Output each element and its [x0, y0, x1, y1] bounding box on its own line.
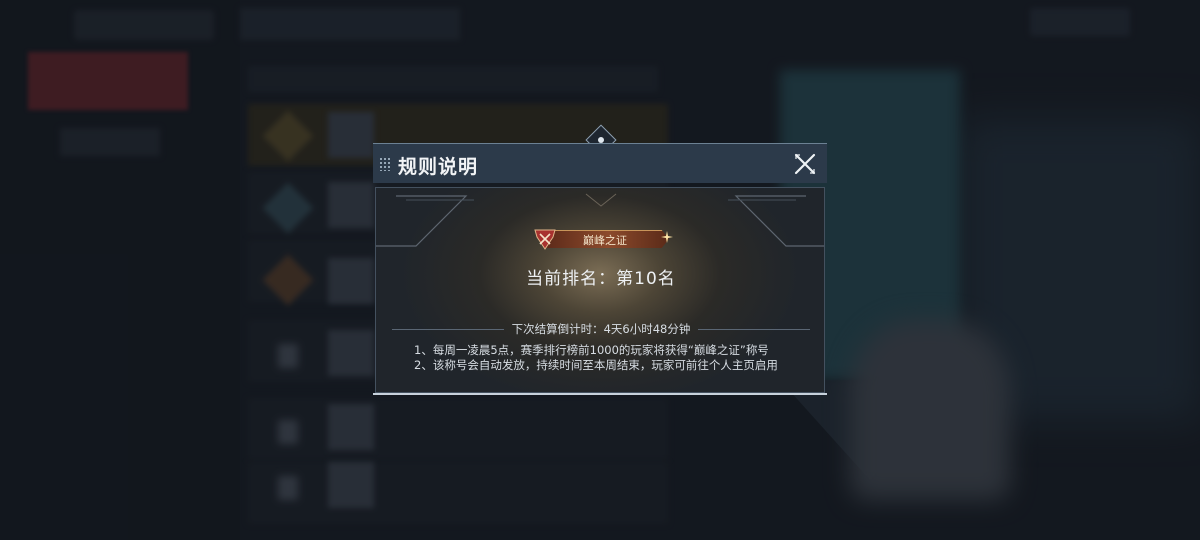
- countdown-text: 下次结算倒计时：4天6小时48分钟: [511, 322, 691, 336]
- sparkle-icon: [661, 231, 673, 243]
- modal-title: 规则说明: [398, 156, 479, 178]
- close-button[interactable]: [791, 150, 819, 178]
- grip-dots-icon: [379, 157, 391, 171]
- badge-label: 巅峰之证: [583, 234, 627, 247]
- rules-list: 1、每周一凌晨5点，赛季排行榜前1000的玩家将获得“巅峰之证”称号 2、该称号…: [414, 343, 814, 373]
- close-icon: [794, 153, 816, 175]
- current-rank: 当前排名：第10名: [526, 269, 676, 289]
- title-badge: 巅峰之证: [533, 227, 673, 251]
- modal-header: 规则说明: [373, 143, 827, 183]
- crest-icon: [534, 229, 556, 250]
- modal-bottom-edge: [373, 393, 827, 395]
- countdown: 下次结算倒计时：4天6小时48分钟: [392, 321, 810, 337]
- rules-modal: 规则说明 巅峰之证 当前排名：第10名 下次结算倒计时：4天6小时48分钟 1、…: [373, 124, 827, 395]
- rule-item: 1、每周一凌晨5点，赛季排行榜前1000的玩家将获得“巅峰之证”称号: [414, 343, 769, 357]
- modal-body: 巅峰之证 当前排名：第10名 下次结算倒计时：4天6小时48分钟 1、每周一凌晨…: [375, 187, 825, 393]
- rule-item: 2、该称号会自动发放，持续时间至本周结束，玩家可前往个人主页启用: [414, 358, 778, 372]
